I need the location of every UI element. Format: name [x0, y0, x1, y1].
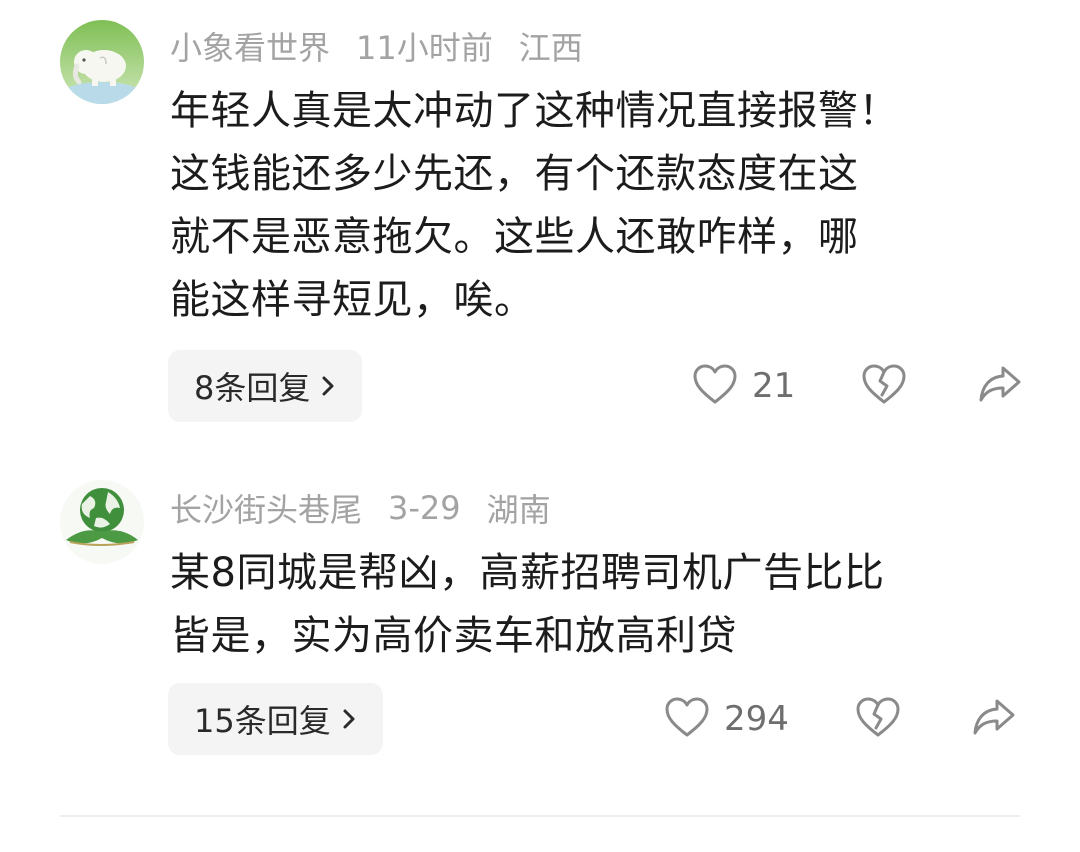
comment-line: 年轻人真是太冲动了这种情况直接报警！	[170, 88, 899, 134]
avatar[interactable]	[60, 480, 144, 564]
divider	[60, 815, 1020, 817]
elephant-icon	[60, 20, 144, 104]
heart-outline-icon	[692, 363, 738, 409]
comment-meta: 小象看世界 11小时前 江西	[170, 24, 609, 68]
view-replies-button[interactable]: 15条回复	[168, 683, 383, 755]
comment-line: 某8同城是帮凶，高薪招聘司机广告比比	[170, 550, 885, 596]
broken-heart-icon	[855, 696, 901, 742]
comment-meta: 长沙街头巷尾 3-29 湖南	[170, 486, 577, 530]
comment-actions: 294	[664, 683, 1017, 755]
comment-line: 就不是恶意拖欠。这些人还敢咋样，哪	[170, 214, 859, 260]
like-count: 294	[724, 699, 789, 739]
avatar[interactable]	[60, 20, 144, 104]
location: 江西	[518, 29, 583, 67]
share-button[interactable]	[971, 697, 1017, 741]
broken-heart-icon	[861, 363, 907, 409]
location: 湖南	[486, 491, 551, 529]
like-count: 21	[752, 366, 796, 406]
globe-plant-icon	[60, 480, 144, 564]
timestamp: 3-29	[388, 489, 461, 527]
comment-item: 小象看世界 11小时前 江西 年轻人真是太冲动了这种情况直接报警！ 这钱能还多少…	[0, 0, 1080, 440]
comment-line: 这钱能还多少先还，有个还款态度在这	[170, 151, 859, 197]
dislike-button[interactable]	[855, 696, 901, 742]
replies-label: 15条回复	[194, 702, 331, 740]
like-button[interactable]: 294	[664, 696, 789, 742]
comment-actions: 21	[692, 350, 1023, 422]
heart-outline-icon	[664, 696, 710, 742]
comment-line: 能这样寻短见，唉。	[170, 277, 535, 323]
share-button[interactable]	[977, 364, 1023, 408]
like-button[interactable]: 21	[692, 363, 795, 409]
comment-line: 皆是，实为高价卖车和放高利贷	[170, 613, 737, 659]
dislike-button[interactable]	[861, 363, 907, 409]
comment-text: 某8同城是帮凶，高薪招聘司机广告比比 皆是，实为高价卖车和放高利贷	[170, 542, 1030, 668]
share-arrow-icon	[977, 364, 1023, 408]
view-replies-button[interactable]: 8条回复	[168, 350, 363, 422]
chevron-right-icon	[320, 374, 336, 398]
chevron-right-icon	[341, 707, 357, 731]
username[interactable]: 长沙街头巷尾	[170, 485, 362, 531]
username[interactable]: 小象看世界	[170, 23, 330, 69]
timestamp: 11小时前	[356, 29, 493, 67]
comment-item: 长沙街头巷尾 3-29 湖南 某8同城是帮凶，高薪招聘司机广告比比 皆是，实为高…	[0, 460, 1080, 800]
replies-label: 8条回复	[194, 369, 311, 407]
share-arrow-icon	[971, 697, 1017, 741]
comment-text: 年轻人真是太冲动了这种情况直接报警！ 这钱能还多少先还，有个还款态度在这 就不是…	[170, 80, 1030, 332]
